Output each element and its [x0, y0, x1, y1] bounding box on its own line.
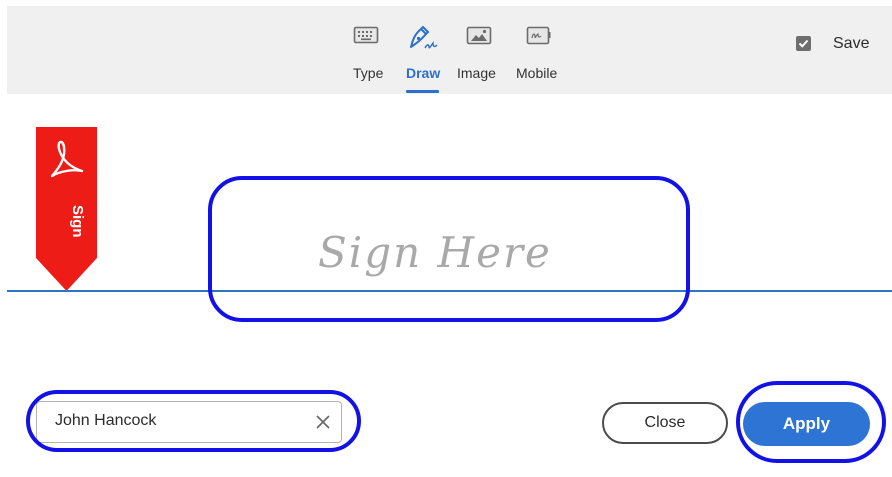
highlight-ring-name — [26, 390, 361, 452]
checkbox-checked-icon — [796, 36, 811, 51]
tab-label: Draw — [406, 65, 441, 81]
tab-draw[interactable]: Draw — [403, 6, 443, 94]
tab-label: Mobile — [516, 65, 558, 81]
image-icon — [465, 24, 493, 51]
tab-type[interactable]: Type — [349, 6, 389, 94]
highlight-ring-signature — [208, 176, 690, 322]
tab-label: Image — [457, 65, 496, 81]
mobile-icon — [525, 24, 553, 51]
close-button[interactable]: Close — [602, 402, 728, 444]
signature-mode-tabs: Type Draw Image Mobile — [343, 6, 583, 94]
keyboard-icon — [353, 24, 379, 51]
tab-mobile[interactable]: Mobile — [515, 6, 565, 94]
pen-icon — [407, 24, 439, 57]
signature-mode-toolbar: Type Draw Image Mobile Save — [7, 6, 892, 94]
active-tab-underline — [406, 90, 439, 93]
save-label: Save — [833, 35, 870, 52]
tab-image[interactable]: Image — [457, 6, 503, 94]
tab-label: Type — [353, 65, 384, 81]
highlight-ring-apply — [736, 381, 886, 463]
